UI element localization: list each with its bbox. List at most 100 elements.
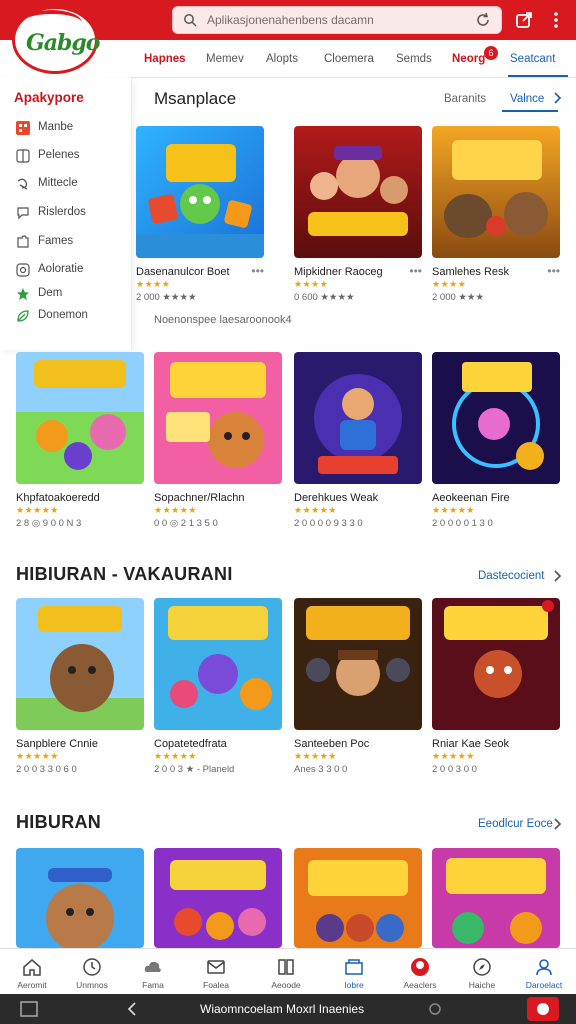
- sidebar-item-label: Mittecle: [38, 177, 78, 189]
- section-link[interactable]: Eeodlcur Eoce: [478, 818, 553, 830]
- nav-item-daroelact[interactable]: Daroelact: [512, 949, 576, 995]
- game-meta: 2 8 ◎ 9 0 0 N 3: [16, 518, 82, 529]
- search-icon: [184, 14, 197, 27]
- bottom-navigation: Aeromit Unmnos Fama Foalea Aeoode Iobre …: [0, 948, 576, 994]
- more-vert-icon[interactable]: [546, 10, 566, 30]
- search-bar[interactable]: Aplikasjonenahenbens dacamn: [172, 6, 502, 34]
- sidebar: Apakypore Manbe Pelenes Mittecle Rislerd…: [0, 78, 132, 350]
- rating-stars: ★★★★: [136, 279, 171, 289]
- nav-label: Fama: [142, 980, 164, 990]
- mail-icon: [207, 960, 225, 974]
- chevron-right-icon[interactable]: [552, 92, 562, 104]
- sidebar-item-pelenes[interactable]: Pelenes: [14, 146, 126, 168]
- columns-icon: [16, 149, 30, 163]
- logo-text: Gabgo: [26, 30, 100, 56]
- chevron-right-icon[interactable]: [552, 570, 562, 582]
- game-thumbnail: [154, 352, 282, 484]
- nav-item-iobre[interactable]: Iobre: [322, 949, 386, 995]
- game-thumbnail: [432, 848, 560, 948]
- nav-label: Haiche: [468, 980, 496, 990]
- leaf-icon: [17, 310, 29, 322]
- sidebar-item-aoloratie[interactable]: Aoloratie: [14, 260, 126, 282]
- sidebar-item-label: Fames: [38, 235, 74, 247]
- search-input[interactable]: Aplikasjonenahenbens dacamn: [207, 13, 374, 27]
- refresh-icon[interactable]: [475, 12, 491, 28]
- sidebar-title: Apakypore: [14, 90, 84, 105]
- game-title: Copatetedfrata: [154, 738, 227, 750]
- nav-label: Daroelact: [525, 980, 563, 990]
- game-thumbnail: [432, 598, 560, 730]
- back-icon[interactable]: [126, 1002, 138, 1016]
- game-title: Derehkues Weak: [294, 492, 379, 504]
- section-title: HIBURAN: [16, 812, 102, 832]
- sidebar-item-mittecle[interactable]: Mittecle: [14, 174, 126, 196]
- window-icon[interactable]: [20, 1001, 38, 1017]
- nav-item-haiche[interactable]: Haiche: [450, 949, 514, 995]
- game-meta: 2 0 0 3 0 0: [432, 764, 477, 775]
- game-meta: 2 0 0 3 ★ - Planeld: [154, 764, 235, 775]
- nav-item-unmnos[interactable]: Unmnos: [60, 949, 124, 995]
- rating-stars: ★★★★★: [432, 505, 475, 515]
- game-title: Khpfatoakoeredd: [16, 492, 100, 504]
- sidebar-item-fames[interactable]: Fames: [14, 232, 126, 254]
- more-options-icon[interactable]: •••: [547, 264, 560, 278]
- nav-label: Iobre: [344, 980, 364, 990]
- tab-cloemera[interactable]: Cloemera: [324, 53, 374, 65]
- game-thumbnail: [294, 352, 422, 484]
- more-options-icon[interactable]: •••: [251, 264, 264, 278]
- rating-stars: ★★★★★: [294, 751, 337, 761]
- tab-alopts[interactable]: Alopts: [266, 53, 298, 65]
- game-thumbnail: [136, 126, 264, 258]
- avatar-icon: [411, 958, 429, 976]
- rating-stars: ★★★★★: [16, 505, 59, 515]
- app-logo[interactable]: Gabgo: [12, 4, 100, 74]
- nav-item-aeromit[interactable]: Aeromit: [0, 949, 64, 995]
- game-title: Sanpblere Cnnie: [16, 738, 98, 750]
- game-meta: 0 0 ◎ 2 1 3 5 0: [154, 518, 218, 529]
- tab-neorg[interactable]: Neorg: [452, 53, 485, 65]
- nav-item-fama[interactable]: Fama: [121, 949, 185, 995]
- rating-stars: ★★★★★: [432, 751, 475, 761]
- sidebar-item-manbe[interactable]: Manbe: [14, 118, 126, 140]
- sidebar-item-donemon[interactable]: Donemon: [14, 306, 126, 328]
- game-title: Aeokeenan Fire: [432, 492, 510, 504]
- nav-item-aeaclers[interactable]: Aeaclers: [388, 949, 452, 995]
- home-icon: [23, 959, 41, 976]
- more-options-icon[interactable]: •••: [409, 264, 422, 278]
- chevron-right-icon[interactable]: [552, 818, 562, 830]
- game-thumbnail: [432, 352, 560, 484]
- tab-seatcant[interactable]: Seatcant: [510, 53, 555, 65]
- sidebar-item-label: Pelenes: [38, 149, 80, 161]
- share-icon[interactable]: [514, 10, 534, 30]
- sidebar-item-label: Dem: [38, 287, 63, 299]
- nav-label: Foalea: [203, 980, 229, 990]
- rating-stars: ★★★★★: [154, 505, 197, 515]
- game-meta: 2 0 0 0 0 9 3 3 0: [294, 518, 363, 529]
- grid-icon: [16, 121, 30, 135]
- section-link-underline: [502, 110, 558, 112]
- tab-memev[interactable]: Memev: [206, 53, 244, 65]
- notification-badge: 6: [484, 46, 498, 60]
- section-link[interactable]: Dastecocient: [478, 570, 544, 582]
- game-thumbnail: [16, 598, 144, 730]
- nav-item-aeoode[interactable]: Aeoode: [254, 949, 318, 995]
- section-link-valnce[interactable]: Valnce: [510, 93, 544, 105]
- game-thumbnail: [16, 848, 144, 948]
- game-thumbnail: [294, 598, 422, 730]
- rating-stars: ★★★★★: [294, 505, 337, 515]
- nav-item-foalea[interactable]: Foalea: [184, 949, 248, 995]
- game-title: Sopachner/Rlachn: [154, 492, 245, 504]
- tab-semds[interactable]: Semds: [396, 53, 432, 65]
- tab-hapnes[interactable]: Hapnes: [144, 53, 186, 65]
- system-bar-title: Wiaomncoelam Moxrl Inaenies: [200, 1002, 365, 1016]
- app-badge-icon[interactable]: [526, 996, 560, 1022]
- category-tabs: Hapnes Memev Alopts Cloemera Semds Neorg…: [130, 40, 576, 78]
- sidebar-item-rislerdos[interactable]: Rislerdos: [14, 203, 126, 225]
- sidebar-item-label: Manbe: [38, 121, 74, 133]
- game-title: Rniar Kae Seok: [432, 738, 510, 750]
- section-note: Noenonspee laesaroonook4: [154, 314, 292, 326]
- sidebar-item-dem[interactable]: Dem: [14, 284, 126, 306]
- circle-icon[interactable]: [428, 1002, 442, 1016]
- section-link-baranits[interactable]: Baranits: [444, 93, 486, 105]
- rating-stars: ★★★★: [432, 279, 467, 289]
